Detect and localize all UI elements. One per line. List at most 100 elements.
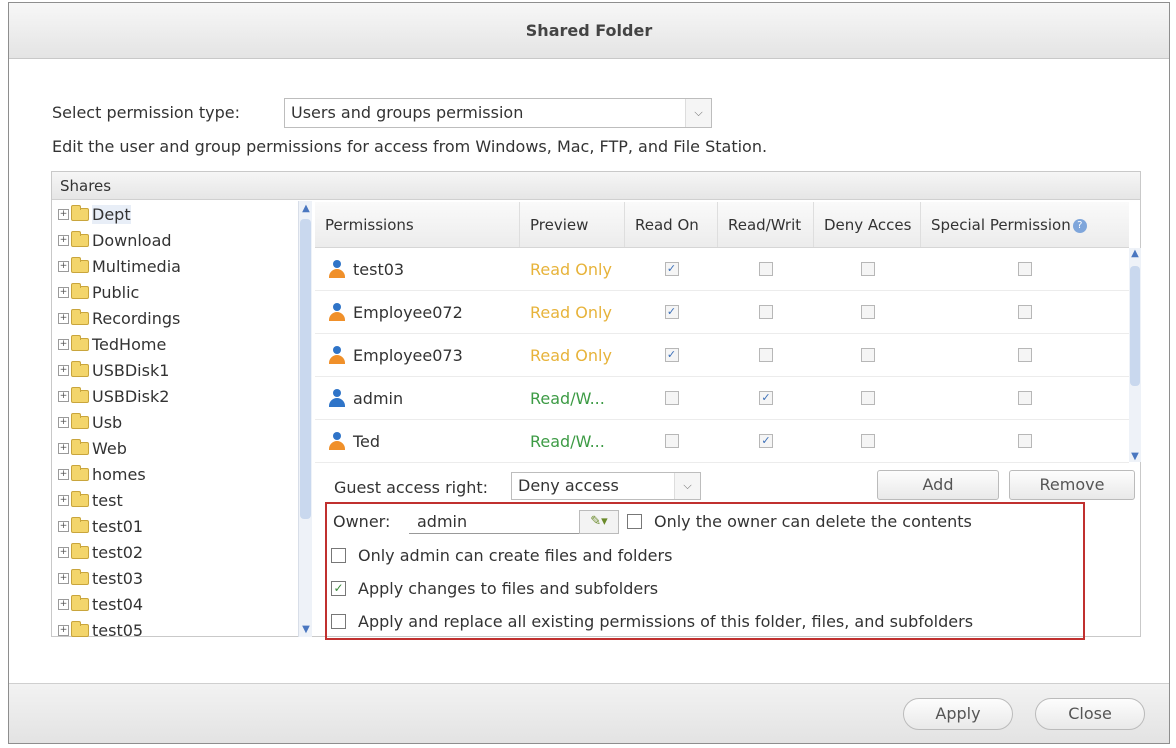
owner-field[interactable]: admin <box>409 510 579 534</box>
tree-item[interactable]: + test <box>58 487 123 513</box>
expand-icon[interactable]: + <box>58 494 69 506</box>
col-deny-access[interactable]: Deny Acces <box>814 202 921 247</box>
tree-item[interactable]: + Recordings <box>58 305 180 331</box>
scroll-up-icon[interactable]: ▲ <box>299 203 313 214</box>
tree-item[interactable]: + Multimedia <box>58 253 181 279</box>
tree-item[interactable]: + homes <box>58 461 146 487</box>
read-write-checkbox[interactable]: ✓ <box>759 391 773 405</box>
expand-icon[interactable]: + <box>58 260 69 272</box>
user-name: Employee072 <box>353 302 463 322</box>
col-read-only[interactable]: Read On <box>625 202 718 247</box>
tree-item[interactable]: + test03 <box>58 565 143 591</box>
special-permission-cell <box>921 291 1129 333</box>
tree-item[interactable]: + test01 <box>58 513 143 539</box>
deny-access-checkbox[interactable] <box>860 434 875 448</box>
grid-scroll-down-icon[interactable]: ▼ <box>1129 451 1141 462</box>
add-button[interactable]: Add <box>877 470 999 500</box>
close-button[interactable]: Close <box>1035 698 1145 730</box>
user-cell: Ted <box>327 420 520 462</box>
tree-item[interactable]: + USBDisk1 <box>58 357 169 383</box>
tree-item[interactable]: + Download <box>58 227 172 253</box>
special-permission-checkbox[interactable] <box>1018 391 1032 405</box>
expand-icon[interactable]: + <box>58 416 69 428</box>
col-special-permission[interactable]: Special Permission? <box>921 202 1129 247</box>
table-row[interactable]: test03 Read Only ✓ <box>315 248 1129 291</box>
special-permission-checkbox[interactable] <box>1018 348 1032 362</box>
expand-icon[interactable]: + <box>58 442 69 454</box>
tree-item[interactable]: + test02 <box>58 539 143 565</box>
deny-access-checkbox[interactable] <box>860 391 875 405</box>
apply-replace-checkbox[interactable] <box>331 614 346 629</box>
expand-icon[interactable]: + <box>58 468 69 480</box>
expand-icon[interactable]: + <box>58 338 69 350</box>
expand-icon[interactable]: + <box>58 234 69 246</box>
table-row[interactable]: Employee072 Read Only ✓ <box>315 291 1129 334</box>
expand-icon[interactable]: + <box>58 312 69 324</box>
apply-replace-option[interactable]: Apply and replace all existing permissio… <box>331 612 973 631</box>
apply-button[interactable]: Apply <box>903 698 1013 730</box>
deny-access-checkbox[interactable] <box>860 305 875 319</box>
grid-scrollbar[interactable]: ▲ ▼ <box>1129 248 1141 462</box>
only-owner-delete-option[interactable]: Only the owner can delete the contents <box>627 512 972 531</box>
remove-button[interactable]: Remove <box>1009 470 1135 500</box>
tree-item[interactable]: + Dept <box>58 201 131 227</box>
scroll-down-icon[interactable]: ▼ <box>299 624 313 635</box>
tree-item[interactable]: + USBDisk2 <box>58 383 169 409</box>
read-only-checkbox[interactable]: ✓ <box>664 262 679 276</box>
special-permission-checkbox[interactable] <box>1018 305 1032 319</box>
tree-item[interactable]: + test04 <box>58 591 143 617</box>
user-cell: Employee072 <box>327 291 520 333</box>
expand-icon[interactable]: + <box>58 364 69 376</box>
read-write-checkbox[interactable] <box>759 305 773 319</box>
table-row[interactable]: Ted Read/W... ✓ <box>315 420 1129 463</box>
deny-access-cell <box>814 334 921 376</box>
col-read-write[interactable]: Read/Writ <box>718 202 814 247</box>
col-preview[interactable]: Preview <box>520 202 625 247</box>
expand-icon[interactable]: + <box>58 520 69 532</box>
read-write-checkbox[interactable] <box>759 262 773 276</box>
expand-icon[interactable]: + <box>58 624 69 636</box>
grid-scroll-up-icon[interactable]: ▲ <box>1129 248 1141 259</box>
help-icon[interactable]: ? <box>1072 218 1087 233</box>
tree-item[interactable]: + Public <box>58 279 139 305</box>
read-write-checkbox[interactable]: ✓ <box>759 434 773 448</box>
owner-edit-button[interactable]: ✎▾ <box>579 510 619 534</box>
expand-icon[interactable]: + <box>58 598 69 610</box>
permission-type-select[interactable]: Users and groups permission ⌵ <box>284 98 712 128</box>
tree-item[interactable]: + test05 <box>58 617 143 637</box>
tree-item[interactable]: + TedHome <box>58 331 166 357</box>
read-only-checkbox[interactable]: ✓ <box>664 348 679 362</box>
expand-icon[interactable]: + <box>58 390 69 402</box>
tree-item-label: test02 <box>92 542 144 562</box>
guest-access-select[interactable]: Deny access ⌵ <box>511 472 701 500</box>
only-admin-create-option[interactable]: Only admin can create files and folders <box>331 546 672 565</box>
expand-icon[interactable]: + <box>58 572 69 584</box>
read-only-checkbox[interactable] <box>664 391 679 405</box>
table-row[interactable]: Employee073 Read Only ✓ <box>315 334 1129 377</box>
only-admin-create-checkbox[interactable] <box>331 548 346 563</box>
expand-icon[interactable]: + <box>58 208 69 220</box>
col-permissions[interactable]: Permissions <box>315 202 520 247</box>
apply-changes-checkbox[interactable]: ✓ <box>331 581 346 596</box>
deny-access-checkbox[interactable] <box>860 262 875 276</box>
shares-scrollbar[interactable]: ▲ ▼ <box>298 201 312 637</box>
read-only-checkbox[interactable]: ✓ <box>664 305 679 319</box>
only-owner-delete-checkbox[interactable] <box>627 514 642 529</box>
apply-changes-option[interactable]: ✓ Apply changes to files and subfolders <box>331 579 658 598</box>
expand-icon[interactable]: + <box>58 286 69 298</box>
shares-scroll-thumb[interactable] <box>300 219 311 519</box>
deny-access-checkbox[interactable] <box>860 348 875 362</box>
folder-icon <box>71 620 89 637</box>
folder-icon <box>71 490 89 507</box>
grid-scroll-thumb[interactable] <box>1130 266 1140 386</box>
expand-icon[interactable]: + <box>58 546 69 558</box>
folder-icon <box>71 334 89 351</box>
tree-item[interactable]: + Web <box>58 435 127 461</box>
read-only-checkbox[interactable] <box>664 434 679 448</box>
tree-item[interactable]: + Usb <box>58 409 122 435</box>
tree-item-label: Usb <box>92 412 123 432</box>
special-permission-checkbox[interactable] <box>1018 262 1032 276</box>
special-permission-checkbox[interactable] <box>1018 434 1032 448</box>
table-row[interactable]: admin Read/W... ✓ <box>315 377 1129 420</box>
read-write-checkbox[interactable] <box>759 348 773 362</box>
